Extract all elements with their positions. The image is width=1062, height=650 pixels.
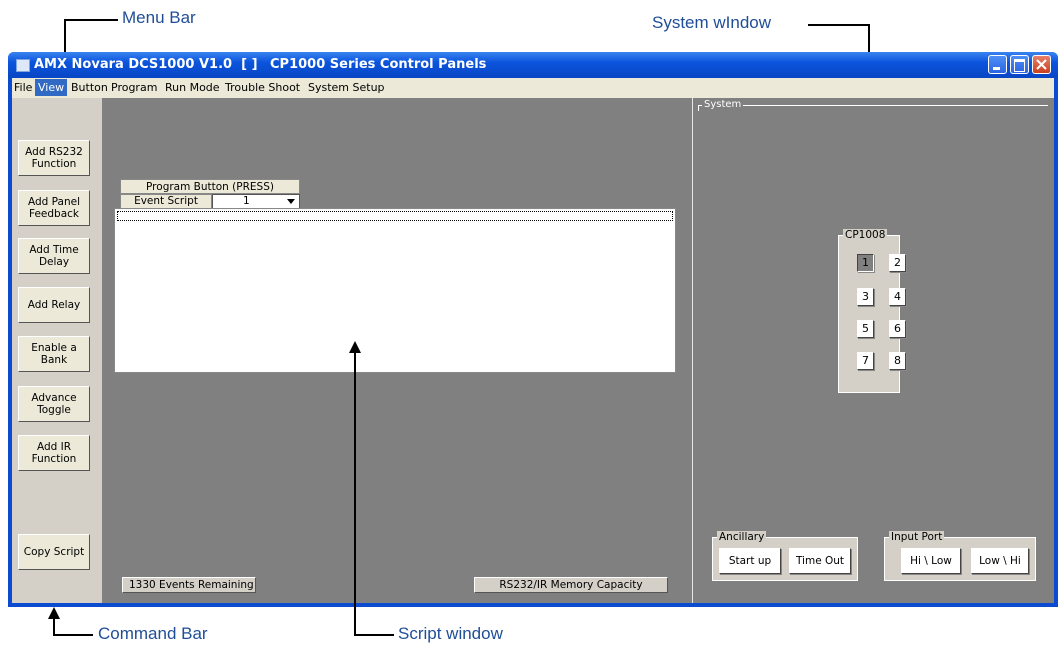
memory-capacity-status: RS232/IR Memory Capacity [474,577,668,593]
callout-menu-bar-line [64,19,118,21]
panel-button-6[interactable]: 6 [889,320,906,338]
command-bar: Add RS232 Function Add Panel Feedback Ad… [12,98,102,603]
low-hi-button[interactable]: Low \ Hi [971,548,1029,574]
close-icon [1036,59,1047,70]
chevron-down-icon[interactable] [287,199,295,204]
add-time-delay-button[interactable]: Add Time Delay [18,238,90,274]
input-port-group: Input Port Hi \ Low Low \ Hi [884,531,1036,581]
callout-script-window-line [354,634,394,636]
menu-view[interactable]: View [35,79,68,96]
events-remaining-status: 1330 Events Remaining [122,577,256,593]
add-panel-feedback-button[interactable]: Add Panel Feedback [18,190,90,226]
panel-label: CP1008 [843,229,888,241]
callout-script-window-stem [354,352,356,635]
menu-button[interactable]: Button [71,81,108,94]
add-relay-button[interactable]: Add Relay [18,287,90,323]
program-button-label: Program Button (PRESS) [120,179,300,194]
minimize-button[interactable] [988,55,1007,74]
maximize-icon [1014,59,1025,72]
system-divider [692,98,693,603]
panel-button-8[interactable]: 8 [889,352,906,370]
advance-toggle-button[interactable]: Advance Toggle [18,386,90,422]
system-frame-left [698,105,699,111]
system-frame-top [698,105,1048,106]
menu-run-mode[interactable]: Run Mode [165,81,220,94]
callout-command-bar-line [53,634,93,636]
menu-bar: File View Button Program Run Mode Troubl… [12,78,1054,98]
close-button[interactable] [1032,55,1051,74]
panel-button-4[interactable]: 4 [889,288,906,306]
callout-system-window-line [808,24,870,26]
events-remaining-text: 1330 Events Remaining [129,579,254,591]
panel-button-2[interactable]: 2 [889,254,906,272]
add-rs232-function-button[interactable]: Add RS232 Function [18,140,90,176]
system-label: System [702,99,744,110]
ancillary-group: Ancillary Start up Time Out [712,531,858,581]
callout-command-bar: Command Bar [98,624,208,643]
event-script-label: Event Script [120,194,212,209]
window-title: AMX Novara DCS1000 V1.0 [ ] [34,57,258,72]
enable-bank-button[interactable]: Enable a Bank [18,336,90,372]
menu-file[interactable]: File [14,81,32,94]
window-subtitle: CP1000 Series Control Panels [270,57,487,72]
title-bar[interactable]: AMX Novara DCS1000 V1.0 [ ] CP1000 Serie… [8,52,1058,78]
panel-button-1[interactable]: 1 [857,254,874,272]
callout-menu-bar: Menu Bar [122,8,196,27]
ancillary-label: Ancillary [717,531,767,543]
panel-button-3[interactable]: 3 [857,288,874,306]
maximize-button[interactable] [1010,55,1029,74]
script-line-selection[interactable] [117,211,673,221]
menu-system-setup[interactable]: System Setup [308,81,385,94]
add-ir-function-button[interactable]: Add IR Function [18,435,90,471]
time-out-button[interactable]: Time Out [789,548,851,574]
app-window: AMX Novara DCS1000 V1.0 [ ] CP1000 Serie… [8,52,1058,607]
panel-button-5[interactable]: 5 [857,320,874,338]
copy-script-button[interactable]: Copy Script [18,534,90,570]
start-up-button[interactable]: Start up [719,548,781,574]
input-port-label: Input Port [889,531,945,543]
panel-button-7[interactable]: 7 [857,352,874,370]
script-window[interactable] [114,208,676,373]
hi-low-button[interactable]: Hi \ Low [901,548,961,574]
app-icon [16,59,30,72]
menu-trouble-shoot[interactable]: Trouble Shoot [225,81,300,94]
callout-script-window: Script window [398,624,503,643]
memory-capacity-text: RS232/IR Memory Capacity [499,579,643,591]
cp1008-panel: CP1008 1 2 3 4 5 6 7 8 [838,229,906,393]
menu-program[interactable]: Program [111,81,157,94]
minimize-icon [993,67,1000,70]
client-area: Add RS232 Function Add Panel Feedback Ad… [12,98,1054,603]
callout-system-window: System wIndow [652,13,772,32]
event-script-value: 1 [243,195,250,207]
event-script-select[interactable]: 1 [212,194,300,209]
